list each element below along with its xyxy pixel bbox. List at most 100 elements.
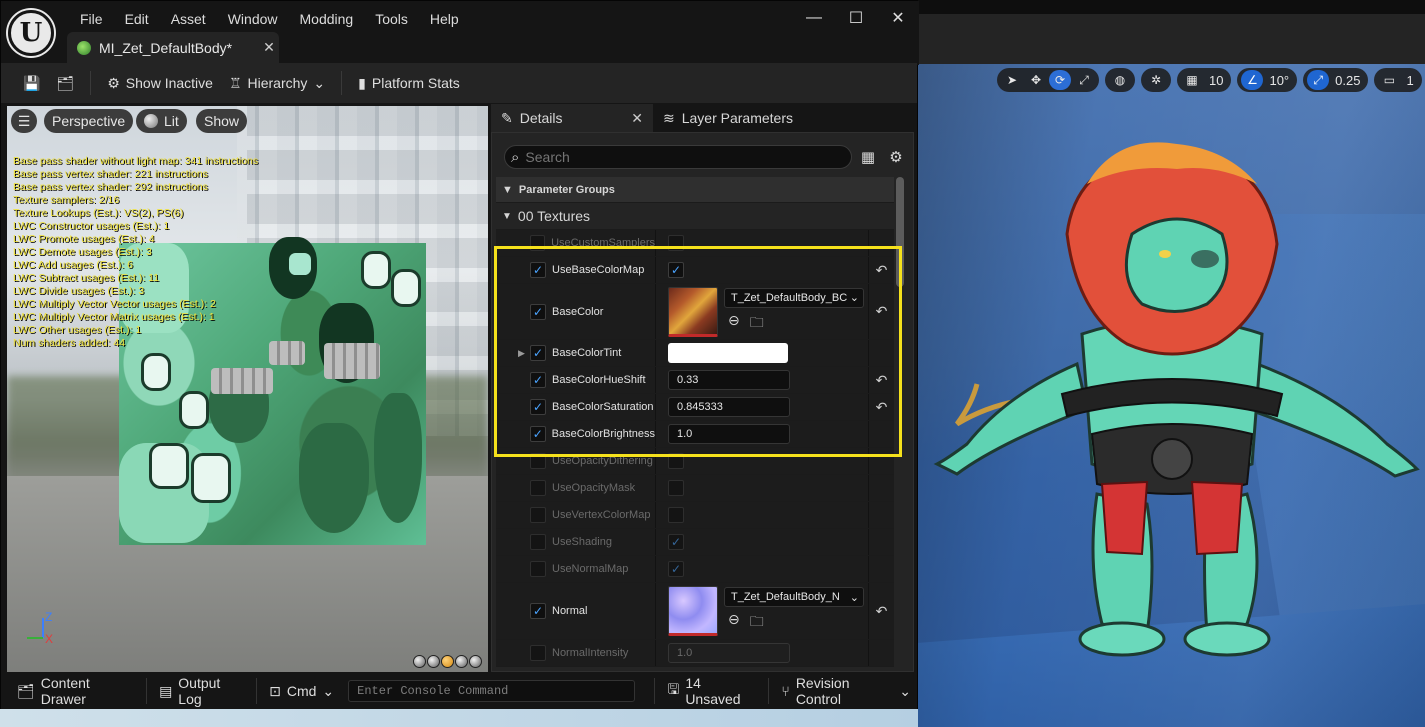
maximize-button[interactable]: ☐ [835,5,877,31]
close-button[interactable]: ✕ [877,5,919,31]
level-viewport[interactable] [917,64,1425,727]
lit-mode-button[interactable]: Lit [136,109,187,133]
rotation-snap-value[interactable]: 10° [1265,73,1293,88]
menu-tools[interactable]: Tools [364,9,419,29]
menu-modding[interactable]: Modding [289,9,365,29]
override-checkbox[interactable]: ✓ [530,534,546,550]
document-tab[interactable]: MI_Zet_DefaultBody* ✕ [67,32,279,63]
hierarchy-button[interactable]: ♖ Hierarchy ⌄ [221,68,333,98]
reset-to-default-icon[interactable]: ↶ [868,257,894,283]
browse-asset-icon[interactable]: 🗀 [750,611,764,635]
surface-snap-icon[interactable]: ✲ [1145,70,1167,90]
camera-speed-value[interactable]: 1 [1402,73,1417,88]
value-checkbox[interactable]: ✓ [668,453,684,469]
override-checkbox[interactable]: ✓ [530,645,546,661]
menu-asset[interactable]: Asset [160,9,217,29]
textures-group-header[interactable]: ▼ 00 Textures [496,203,894,230]
override-checkbox[interactable]: ✓ [530,262,546,278]
override-checkbox[interactable]: ✓ [530,372,546,388]
menu-edit[interactable]: Edit [114,9,160,29]
reset-to-default-icon[interactable]: ↶ [868,284,894,339]
override-checkbox[interactable]: ✓ [530,235,546,251]
base-color-texture-thumbnail[interactable] [668,286,718,337]
menu-file[interactable]: File [69,9,114,29]
platform-stats-button[interactable]: ▮ Platform Stats [350,68,468,98]
override-checkbox[interactable]: ✓ [530,507,546,523]
value-checkbox[interactable]: ✓ [668,480,684,496]
normal-intensity-input[interactable]: 1.0 [668,643,790,663]
normal-asset-dropdown[interactable]: T_Zet_DefaultBody_N ⌄ [724,587,864,607]
cylinder-preview-icon[interactable] [413,655,426,668]
override-checkbox[interactable]: ✓ [530,426,546,442]
camera-speed-icon[interactable]: ▭ [1378,70,1400,90]
reset-to-default-icon[interactable]: ↶ [868,394,894,420]
tab-close-icon[interactable]: ✕ [259,39,279,56]
cube-preview-icon[interactable] [455,655,468,668]
override-checkbox[interactable]: ✓ [530,561,546,577]
details-scrollbar[interactable] [896,177,904,287]
color-swatch[interactable] [668,343,788,363]
value-checkbox[interactable]: ✓ [668,235,684,251]
base-color-asset-dropdown[interactable]: T_Zet_DefaultBody_BC ⌄ [724,287,864,308]
save-button[interactable]: 💾 [15,68,48,98]
menu-window[interactable]: Window [217,9,289,29]
material-preview-viewport[interactable]: Base pass shader without light map: 341 … [7,106,488,672]
grid-snap-value[interactable]: 10 [1205,73,1227,88]
reset-to-default-icon[interactable]: ↶ [868,367,894,393]
brightness-input[interactable]: 1.0 [668,424,790,444]
custom-mesh-preview-icon[interactable] [469,655,482,668]
use-selected-icon[interactable]: ⊖ [728,611,740,635]
use-selected-icon[interactable]: ⊖ [728,312,740,336]
close-icon[interactable]: ✕ [631,110,643,127]
value-checkbox[interactable]: ✓ [668,507,684,523]
expand-arrow-icon[interactable]: ▶ [518,348,525,359]
override-checkbox[interactable]: ✓ [530,399,546,415]
search-input[interactable] [525,149,826,165]
table-view-icon[interactable]: ▦ [856,145,880,169]
override-checkbox[interactable]: ✓ [530,480,546,496]
parameter-groups-header[interactable]: ▼ Parameter Groups [496,177,894,203]
minimize-button[interactable]: — [793,5,835,31]
output-log-button[interactable]: ▤ Output Log [153,675,250,707]
content-drawer-button[interactable]: 🗂 Content Drawer [11,675,140,707]
value-checkbox[interactable]: ✓ [668,561,684,577]
cmd-dropdown[interactable]: ⊡ Cmd ⌄ [263,677,340,705]
reset-to-default-icon[interactable]: ↶ [868,583,894,639]
sphere-preview-icon[interactable] [427,655,440,668]
value-checkbox[interactable]: ✓ [668,262,684,278]
unsaved-button[interactable]: 🖫 14 Unsaved [661,675,762,707]
tab-details[interactable]: ✎ Details ✕ [491,104,653,132]
scale-snap-icon[interactable]: ⤢ [1307,70,1330,90]
world-space-icon[interactable]: ◍ [1109,70,1131,90]
override-checkbox[interactable]: ✓ [530,603,546,619]
rotate-icon[interactable]: ⟳ [1049,70,1071,90]
rotation-snap-icon[interactable]: ∠ [1241,70,1264,90]
normal-texture-thumbnail[interactable] [668,586,718,636]
perspective-button[interactable]: Perspective [44,109,134,133]
revision-control-button[interactable]: ⑂ Revision Control ⌄ [775,675,917,707]
plane-preview-icon[interactable] [441,655,454,668]
override-checkbox[interactable]: ✓ [530,453,546,469]
viewport-menu-button[interactable]: ☰ [11,109,37,133]
value-checkbox[interactable]: ✓ [668,534,684,550]
override-checkbox[interactable]: ✓ [530,303,546,320]
show-flags-button[interactable]: Show [196,109,248,133]
browse-button[interactable]: 🗂 [48,68,82,98]
menu-help[interactable]: Help [419,9,470,29]
saturation-input[interactable]: 0.845333 [668,397,790,417]
settings-gear-icon[interactable]: ⚙ [884,145,908,169]
tab-layer-parameters[interactable]: ≋ Layer Parameters [653,104,803,132]
search-box[interactable]: ⌕ [504,145,852,169]
select-mode-icon[interactable]: ➤ [1001,70,1023,90]
console-input[interactable]: Enter Console Command [348,680,635,702]
lion-character-model[interactable] [917,64,1425,727]
override-checkbox[interactable]: ✓ [530,345,546,361]
scale-snap-value[interactable]: 0.25 [1331,73,1364,88]
browse-asset-icon[interactable]: 🗀 [750,312,764,336]
translate-icon[interactable]: ✥ [1025,70,1047,90]
hue-shift-input[interactable]: 0.33 [668,370,790,390]
unreal-logo-icon[interactable]: U [8,10,54,56]
show-inactive-button[interactable]: ⚙ Show Inactive [99,68,221,98]
grid-snap-icon[interactable]: ▦ [1181,70,1203,90]
scale-icon[interactable]: ⤢ [1073,70,1095,90]
